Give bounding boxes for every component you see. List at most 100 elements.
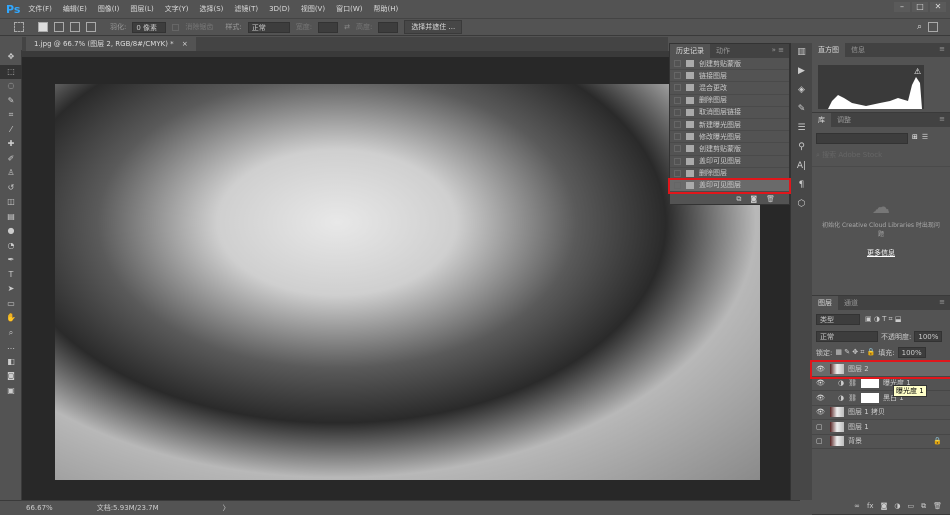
marquee-preset-icon[interactable]	[14, 22, 24, 32]
snapshot-source-checkbox[interactable]	[674, 133, 681, 141]
link-layers-icon[interactable]: ∞	[854, 502, 860, 511]
history-item[interactable]: 盖印可见图层	[670, 156, 789, 168]
new-group-icon[interactable]: ▭	[907, 502, 914, 511]
snapshot-source-checkbox[interactable]	[674, 181, 681, 189]
close-tab-icon[interactable]: ×	[182, 40, 188, 48]
menu-edit[interactable]: 编辑(E)	[63, 4, 87, 14]
library-select[interactable]	[816, 133, 908, 144]
menu-image[interactable]: 图像(I)	[98, 4, 120, 14]
width-input[interactable]	[318, 21, 339, 33]
subtract-selection-icon[interactable]	[70, 22, 80, 32]
adjustment-layer-icon[interactable]: ◑	[894, 502, 900, 511]
lock-icons[interactable]: ▦ ✎ ✥ ⌗ 🔒	[835, 348, 875, 357]
menu-select[interactable]: 选择(S)	[199, 4, 223, 14]
document-image[interactable]	[55, 84, 760, 480]
tab-libraries[interactable]: 库	[812, 113, 831, 127]
history-brush-tool-icon[interactable]: ↺	[0, 181, 22, 196]
snapshot-source-checkbox[interactable]	[674, 72, 681, 80]
visibility-box[interactable]: ▢	[816, 423, 826, 431]
pen-tool-icon[interactable]: ✒	[0, 253, 22, 268]
tab-history[interactable]: 历史记录	[670, 44, 710, 58]
eye-icon[interactable]: 👁	[816, 408, 826, 416]
filter-icons[interactable]: ▣ ◑ T ⌗ ⬓	[865, 315, 901, 324]
layer-row[interactable]: 👁 ◑ ⛓ 曝光度 1	[812, 377, 950, 391]
history-item[interactable]: 删除图层	[670, 95, 789, 107]
tab-histogram[interactable]: 直方图	[812, 43, 845, 57]
3d-panel-icon[interactable]: ⬡	[791, 195, 812, 214]
history-item[interactable]: 创建剪贴蒙版	[670, 58, 789, 71]
menu-3d[interactable]: 3D(D)	[269, 5, 290, 13]
path-select-tool-icon[interactable]: ➤	[0, 282, 22, 297]
menu-layer[interactable]: 图层(L)	[130, 4, 153, 14]
zoom-level[interactable]: 66.67%	[26, 504, 53, 512]
layer-row[interactable]: 👁 图层 2	[810, 360, 950, 379]
tab-info[interactable]: 信息	[845, 43, 871, 57]
actions-panel-icon[interactable]: ▶	[791, 62, 812, 81]
eye-icon[interactable]: 👁	[816, 365, 826, 373]
history-item[interactable]: 盖印可见图层	[668, 177, 791, 195]
eye-icon[interactable]: 👁	[816, 394, 826, 402]
style-select[interactable]: 正常	[247, 21, 290, 33]
add-selection-icon[interactable]	[54, 22, 64, 32]
fill-input[interactable]: 100%	[897, 347, 926, 358]
panel-menu-icon[interactable]: ≡	[934, 296, 950, 310]
stock-search-input[interactable]: 搜索 Adobe Stock	[822, 151, 882, 159]
snapshot-source-checkbox[interactable]	[674, 108, 681, 116]
history-item[interactable]: 链接图层	[670, 70, 789, 83]
tab-layers[interactable]: 图层	[812, 296, 838, 310]
healing-tool-icon[interactable]: ✚	[0, 137, 22, 152]
snapshot-camera-icon[interactable]: ◙	[750, 195, 757, 203]
antialias-checkbox[interactable]	[172, 23, 180, 31]
intersect-selection-icon[interactable]	[86, 22, 96, 32]
more-info-link[interactable]: 更多信息	[812, 248, 950, 258]
paragraph-panel-icon[interactable]: ¶	[791, 176, 812, 195]
visibility-box[interactable]: ▢	[816, 437, 826, 445]
workspace-icon[interactable]	[928, 22, 938, 32]
tab-actions[interactable]: 动作	[710, 44, 736, 58]
marquee-tool-icon[interactable]: ⬚	[0, 64, 22, 79]
gradient-tool-icon[interactable]: ▤	[0, 210, 22, 225]
snapshot-source-checkbox[interactable]	[674, 96, 681, 104]
snapshot-source-checkbox[interactable]	[674, 157, 681, 165]
fx-icon[interactable]: fx	[867, 502, 874, 511]
swap-icon[interactable]: ⇄	[344, 23, 350, 31]
panel-menu-icon[interactable]: ≡	[934, 43, 950, 57]
layer-row[interactable]: ▢ 图层 1	[812, 420, 950, 435]
snapshot-source-checkbox[interactable]	[674, 60, 681, 68]
history-panel-icon[interactable]: ▥	[791, 43, 812, 62]
select-and-mask-button[interactable]: 选择并遮住 ...	[404, 20, 463, 34]
menu-type[interactable]: 文字(Y)	[165, 4, 189, 14]
delete-icon[interactable]: 🗑	[766, 195, 775, 203]
add-mask-icon[interactable]: ◙	[881, 502, 888, 511]
search-icon[interactable]: ⌕	[917, 22, 922, 32]
layer-row[interactable]: ▢ 背景 🔒	[812, 435, 950, 449]
quick-mask-icon[interactable]: ◙	[0, 369, 22, 384]
menu-window[interactable]: 窗口(W)	[336, 4, 362, 14]
grid-view-icon[interactable]: ⊞	[912, 133, 918, 144]
tab-channels[interactable]: 通道	[838, 296, 864, 310]
delete-layer-icon[interactable]: 🗑	[933, 502, 942, 511]
zoom-tool-icon[interactable]: ⌕	[0, 326, 22, 341]
stamp-tool-icon[interactable]: ♙	[0, 166, 22, 181]
tab-adjustments[interactable]: 调整	[831, 113, 857, 127]
screen-mode-icon[interactable]: ▣	[0, 384, 22, 399]
hand-tool-icon[interactable]: ✋	[0, 311, 22, 326]
history-item[interactable]: 删除图层	[670, 168, 789, 180]
snapshot-source-checkbox[interactable]	[674, 169, 681, 177]
new-layer-icon[interactable]: ⧉	[921, 502, 926, 511]
list-view-icon[interactable]: ☰	[922, 133, 928, 144]
feather-input[interactable]: 0 像素	[132, 21, 167, 33]
character-panel-icon[interactable]: A|	[791, 157, 812, 176]
opacity-input[interactable]: 100%	[914, 331, 943, 342]
document-tab[interactable]: 1.jpg @ 66.7% (图层 2, RGB/8#/CMYK) * ×	[26, 37, 196, 51]
panel-menu-icon[interactable]: ≡	[934, 113, 950, 127]
layer-row[interactable]: 👁 图层 1 拷贝	[812, 406, 950, 420]
snapshot-source-checkbox[interactable]	[674, 145, 681, 153]
brush-tool-icon[interactable]: ✐	[0, 152, 22, 167]
move-tool-icon[interactable]: ✥	[0, 50, 22, 65]
maximize-button[interactable]: □	[912, 2, 928, 12]
type-tool-icon[interactable]: T	[0, 268, 22, 283]
eyedropper-tool-icon[interactable]: ⁄	[0, 123, 22, 138]
brush-panel-icon[interactable]: ✎	[791, 100, 812, 119]
layer-filter-select[interactable]: 类型	[816, 314, 860, 325]
